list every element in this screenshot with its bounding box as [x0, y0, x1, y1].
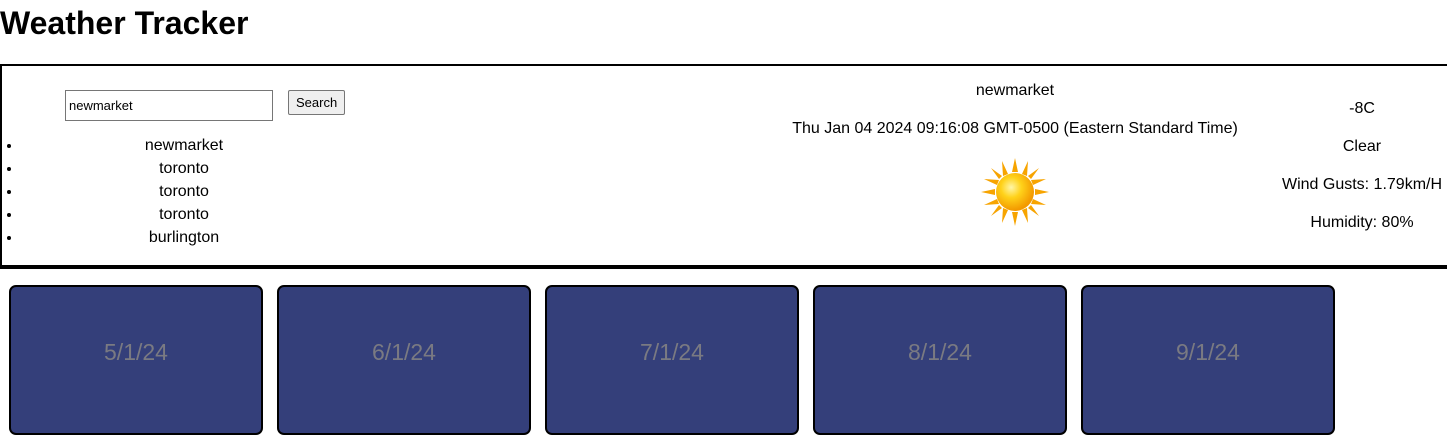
forecast-date: 9/1/24: [1176, 339, 1240, 365]
history-item[interactable]: toronto: [22, 180, 346, 203]
temperature-value: -8C: [1349, 100, 1375, 117]
search-button[interactable]: Search: [288, 90, 346, 115]
wind-gusts-text: Wind Gusts: 1.79km/H: [1281, 176, 1443, 193]
panel-divider: [0, 265, 1447, 269]
forecast-date: 8/1/24: [908, 339, 972, 365]
forecast-card: 5/1/24: [9, 285, 263, 435]
history-item[interactable]: newmarket: [22, 134, 346, 157]
forecast-card: 9/1/24: [1081, 285, 1335, 435]
humidity-text: Humidity: 80%: [1310, 214, 1414, 231]
forecast-card: 6/1/24: [277, 285, 531, 435]
forecast-date: 7/1/24: [640, 339, 704, 365]
current-weather-panel: Search newmarket toronto toronto toronto…: [0, 64, 1447, 269]
forecast-date: 5/1/24: [104, 339, 168, 365]
current-datetime: Thu Jan 04 2024 09:16:08 GMT-0500 (Easte…: [792, 120, 1238, 137]
forecast-date: 6/1/24: [372, 339, 436, 365]
search-input[interactable]: [65, 90, 273, 121]
current-city: newmarket: [975, 82, 1055, 99]
history-item[interactable]: toronto: [22, 157, 346, 180]
forecast-card: 7/1/24: [545, 285, 799, 435]
page-title: Weather Tracker: [0, 5, 249, 41]
history-item[interactable]: toronto: [22, 203, 346, 226]
history-item[interactable]: burlington: [22, 226, 346, 249]
condition-text: Clear: [1342, 138, 1382, 155]
search-history-list: newmarket toronto toronto toronto burlin…: [22, 134, 346, 249]
forecast-card: 8/1/24: [813, 285, 1067, 435]
sun-icon: [981, 158, 1049, 226]
